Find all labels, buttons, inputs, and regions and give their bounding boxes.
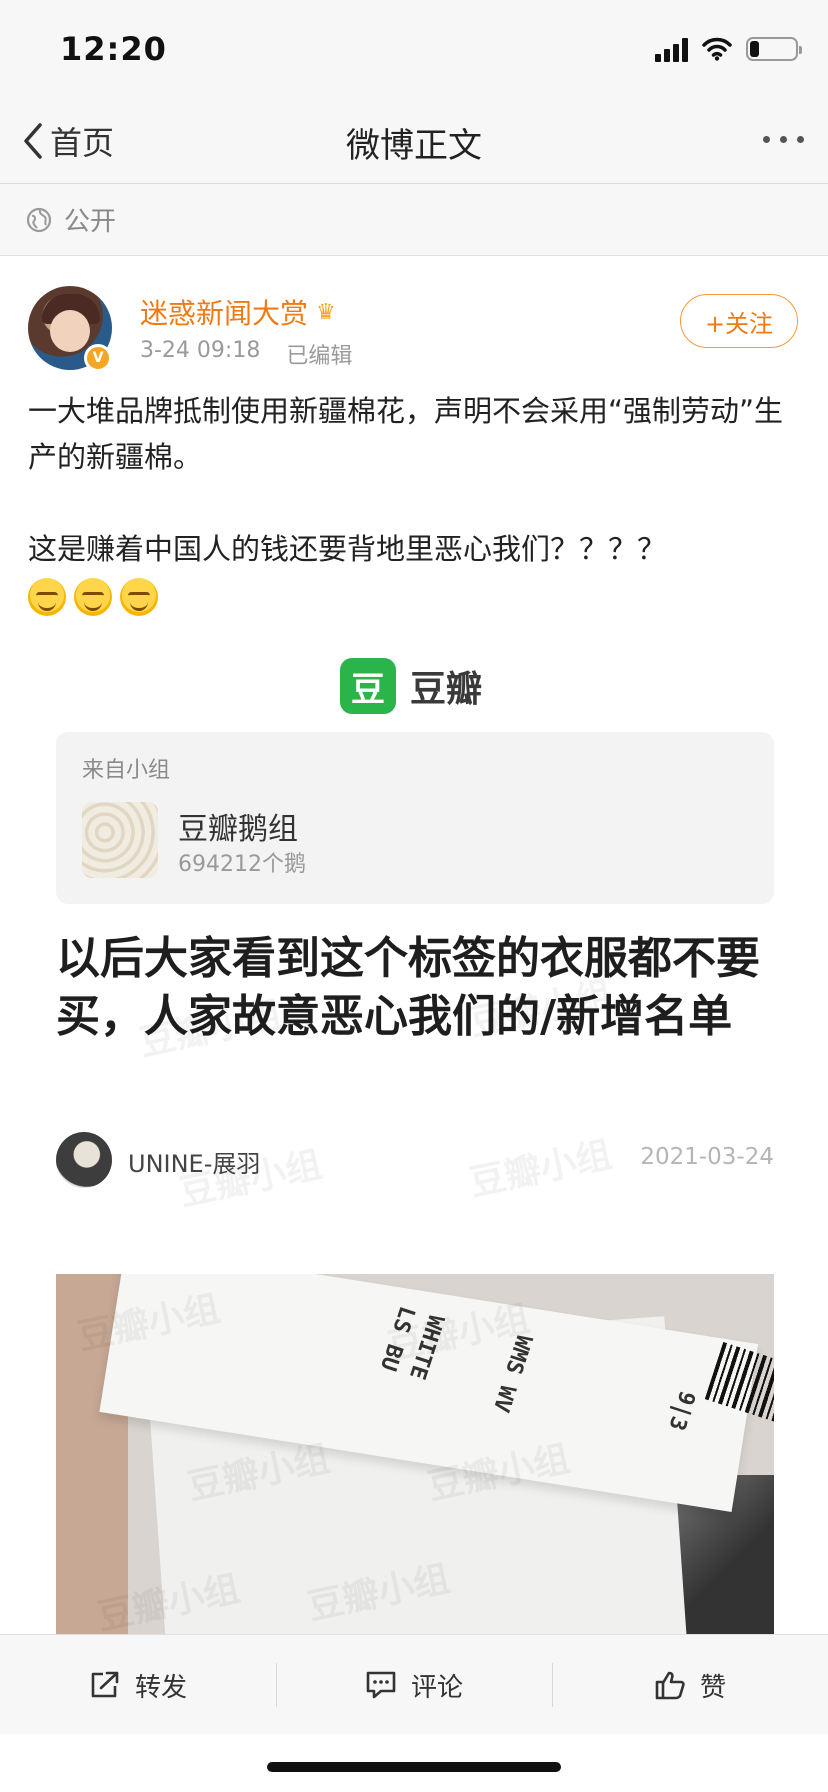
status-time: 12:20: [60, 30, 167, 68]
share-icon: [91, 1671, 119, 1698]
emoji-row: [28, 578, 158, 616]
smirk-emoji-icon: [74, 578, 112, 616]
follow-button[interactable]: +关注: [680, 294, 798, 348]
douban-post-headline: 以后大家看到这个标签的衣服都不要买，人家故意恶心我们的/新增名单: [56, 933, 760, 1042]
douban-app-icon: 豆: [340, 658, 396, 714]
smirk-emoji-icon: [28, 578, 66, 616]
post-time: 3-24 09:18: [140, 338, 261, 363]
thumbs-up-icon: [655, 1671, 685, 1700]
more-dot-icon: [780, 136, 787, 143]
post-meta: 3-24 09:18 已编辑: [140, 338, 352, 370]
group-from-label: 来自小组: [82, 758, 171, 783]
barcode: [704, 1341, 774, 1427]
status-bar: 12:20: [0, 0, 828, 100]
nav-bar: 首页 微博正文: [0, 100, 828, 184]
comment-button[interactable]: 评论: [276, 1635, 552, 1735]
group-card: 来自小组 豆瓣鹅组 694212个鹅: [56, 732, 774, 904]
home-indicator: [267, 1762, 561, 1772]
globe-icon: [26, 207, 52, 232]
status-icons: [655, 36, 802, 62]
post-body: 一大堆品牌抵制使用新疆棉花，声明不会采用“强制劳动”生产的新疆棉。 这是赚着中国…: [28, 388, 800, 618]
avatar-face: [50, 310, 90, 352]
post-text-line-2: 这是赚着中国人的钱还要背地里恶心我们？？？？: [28, 532, 667, 566]
like-label: 赞: [699, 1672, 726, 1703]
battery-level: [750, 41, 759, 57]
action-bar: 转发 评论 赞: [0, 1634, 828, 1734]
group-thumbnail: [82, 802, 158, 878]
comment-icon: [366, 1671, 396, 1699]
comment-label: 评论: [410, 1672, 463, 1703]
group-member-count: 694212个鹅: [178, 852, 306, 877]
douban-author-row: UNINE-展羽 2021-03-24: [56, 1132, 774, 1188]
more-dot-icon: [797, 136, 804, 143]
more-dot-icon: [763, 136, 770, 143]
tag-text: WMS WV: [487, 1331, 537, 1415]
visibility-label: 公开: [64, 207, 117, 237]
post-date: 2021-03-24: [640, 1144, 774, 1170]
douban-logo: 豆 豆瓣: [340, 658, 482, 714]
repost-button[interactable]: 转发: [0, 1635, 276, 1735]
username[interactable]: 迷惑新闻大赏 ♛: [140, 292, 336, 332]
username-text: 迷惑新闻大赏: [140, 297, 309, 330]
tag-text: 9|3: [663, 1387, 700, 1434]
group-name: 豆瓣鹅组: [178, 812, 298, 847]
cellular-signal-icon: [655, 36, 688, 62]
author-name: UNINE-展羽: [128, 1150, 261, 1178]
visibility-row: 公开: [0, 184, 828, 256]
crown-icon: ♛: [316, 299, 336, 325]
douban-app-name: 豆瓣: [410, 669, 483, 710]
post-header: V 迷惑新闻大赏 ♛ 3-24 09:18 已编辑 +关注: [0, 256, 828, 386]
shared-image[interactable]: 豆 豆瓣 来自小组 豆瓣鹅组 694212个鹅 以后大家看到这个标签的衣服都不要…: [28, 640, 800, 1645]
battery-icon: [746, 37, 802, 61]
smirk-emoji-icon: [120, 578, 158, 616]
like-button[interactable]: 赞: [552, 1635, 828, 1735]
author-avatar: [56, 1132, 112, 1188]
wifi-icon: [702, 37, 732, 61]
clothing-label-photo[interactable]: LS BU WHITE WMS WV 9|3 豆瓣小组 豆瓣小组 豆瓣小组 豆瓣…: [56, 1274, 774, 1645]
repost-label: 转发: [134, 1672, 187, 1703]
more-options-button[interactable]: [763, 136, 804, 143]
verified-badge-icon: V: [84, 344, 112, 372]
page-title: 微博正文: [346, 126, 482, 166]
post-text-paragraph-1: 一大堆品牌抵制使用新疆棉花，声明不会采用“强制劳动”生产的新疆棉。: [28, 394, 784, 474]
edited-label: 已编辑: [286, 344, 353, 369]
post-text-paragraph-2: 这是赚着中国人的钱还要背地里恶心我们？？？？: [28, 526, 800, 618]
